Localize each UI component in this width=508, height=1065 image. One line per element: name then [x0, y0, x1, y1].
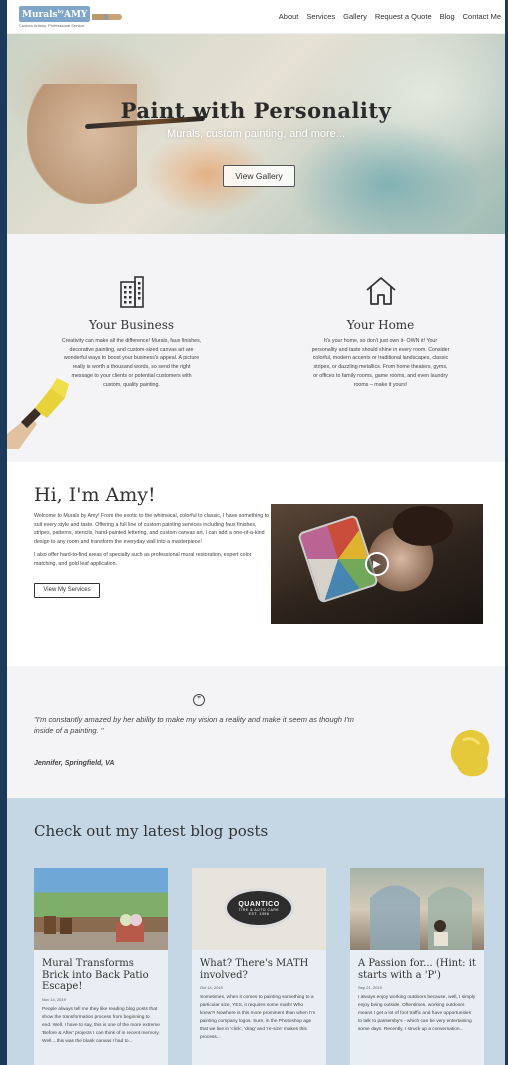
logo-paintbrush-icon: [92, 13, 123, 20]
blog-heading: Check out my latest blog posts: [34, 822, 269, 840]
blog-post-2-image[interactable]: QUANTICO TIRE & AUTO CARE EST. 1996: [192, 868, 326, 950]
site-header: MuralsbyAMY Custom Artistry, Professiona…: [7, 0, 505, 34]
quantico-logo: QUANTICO TIRE & AUTO CARE EST. 1996: [224, 888, 294, 928]
nav-services[interactable]: Services: [306, 12, 335, 21]
testimonial-section: ” "I'm constantly amazed by her ability …: [7, 666, 505, 798]
view-my-services-button[interactable]: View My Services: [34, 582, 100, 598]
logo-name: AMY: [63, 9, 88, 20]
blog-post-2-date: Oct 14, 2019: [200, 985, 223, 990]
service-home-text: It's your home, so don't just own it- OW…: [311, 338, 450, 388]
nav-gallery[interactable]: Gallery: [343, 12, 367, 21]
blog-section: Check out my latest blog posts Mural Tra…: [7, 798, 505, 1065]
nav-blog[interactable]: Blog: [440, 12, 455, 21]
play-icon[interactable]: ▶: [365, 552, 389, 576]
building-icon: [62, 276, 202, 310]
house-icon: [311, 276, 451, 310]
blog-post-1-excerpt: People always tell me they like reading …: [42, 1006, 160, 1044]
service-home: Your Home It's your home, so don't just …: [311, 276, 451, 462]
paint-blob-icon: [450, 730, 490, 777]
blog-post-3[interactable]: A Passion for... (Hint: it starts with a…: [350, 868, 484, 1065]
quote-icon: ”: [193, 694, 205, 706]
blog-post-1-image[interactable]: [34, 868, 168, 950]
hero-subtitle: Murals, custom painting, and more...: [167, 128, 345, 140]
yellow-paintbrush-icon: [7, 378, 69, 449]
video-person-image: [393, 506, 453, 546]
blog-post-3-image[interactable]: [350, 868, 484, 950]
logo-line1: Murals: [22, 9, 58, 20]
nav-about[interactable]: About: [279, 12, 299, 21]
service-business: Your Business Creativity can make all th…: [62, 276, 202, 462]
main-nav: About Services Gallery Request a Quote B…: [279, 12, 501, 21]
blog-post-2-excerpt: Sometimes, when it comes to painting som…: [200, 995, 316, 1040]
blog-post-3-date: Sep 21, 2019: [358, 985, 382, 990]
logo-tagline: Custom Artistry, Professional Service: [19, 22, 85, 28]
blog-post-1[interactable]: Mural Transforms Brick into Back Patio E…: [34, 868, 168, 1065]
blog-post-2-title[interactable]: What? There's MATH involved?: [192, 950, 326, 981]
nav-contact[interactable]: Contact Me: [463, 12, 501, 21]
blog-post-3-title[interactable]: A Passion for... (Hint: it starts with a…: [350, 950, 484, 981]
services-section: Your Business Creativity can make all th…: [7, 234, 505, 462]
about-paragraph-2: I also offer hard-to-find areas of speci…: [34, 552, 252, 567]
blog-post-1-date: Nov 14, 2019: [42, 996, 66, 1002]
service-business-title: Your Business: [88, 318, 175, 332]
blog-post-2[interactable]: QUANTICO TIRE & AUTO CARE EST. 1996 What…: [192, 868, 326, 1065]
testimonial-quote: "I'm constantly amazed by her ability to…: [34, 715, 354, 735]
blog-post-1-title[interactable]: Mural Transforms Brick into Back Patio E…: [34, 950, 168, 993]
about-section: Hi, I'm Amy! Welcome to Murals by Amy! F…: [7, 462, 505, 666]
blog-post-3-excerpt: I always enjoy working outdoors because,…: [358, 995, 476, 1032]
service-business-text: Creativity can make all the difference! …: [61, 338, 202, 388]
service-home-title: Your Home: [346, 318, 415, 332]
view-gallery-button[interactable]: View Gallery: [223, 165, 295, 187]
about-paragraph-1: Welcome to Murals by Amy! From the exoti…: [34, 513, 270, 545]
hero-banner: Paint with Personality Murals, custom pa…: [7, 34, 505, 234]
testimonial-author: Jennifer, Springfield, VA: [34, 760, 115, 767]
hero-title: Paint with Personality: [120, 98, 392, 123]
quantico-logo-brand: QUANTICO: [238, 900, 280, 908]
about-title: Hi, I'm Amy!: [34, 484, 156, 506]
nav-request-quote[interactable]: Request a Quote: [375, 12, 432, 21]
intro-video[interactable]: ▶: [271, 504, 483, 624]
page: MuralsbyAMY Custom Artistry, Professiona…: [7, 0, 505, 1065]
blog-post-list: Mural Transforms Brick into Back Patio E…: [34, 868, 484, 1065]
quantico-logo-est: EST. 1996: [248, 911, 270, 916]
site-logo[interactable]: MuralsbyAMY Custom Artistry, Professiona…: [19, 5, 123, 28]
logo-mark: MuralsbyAMY: [19, 5, 91, 22]
